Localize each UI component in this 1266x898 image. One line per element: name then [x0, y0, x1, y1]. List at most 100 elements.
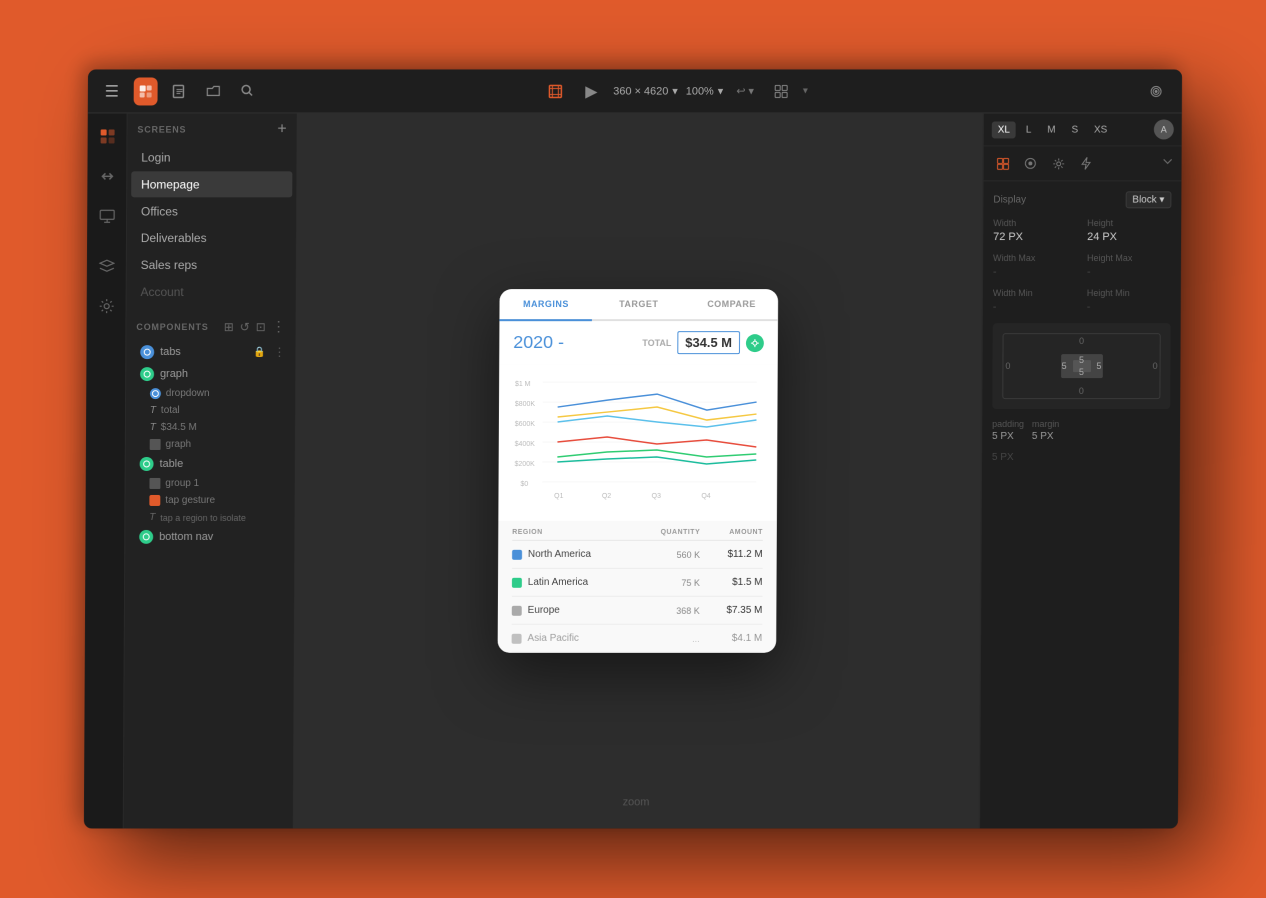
- dimensions-row: Width 72 PX Height 24 PX: [993, 218, 1171, 243]
- width-label: Width: [993, 218, 1077, 228]
- dot-asia: [512, 633, 522, 643]
- bp-xl[interactable]: XL: [992, 121, 1016, 138]
- comp-graph-label: graph: [160, 368, 188, 380]
- chart-container: $1 M $800K $600K $400K $200K $0: [498, 364, 777, 521]
- canvas-size-label: 360 × 4620: [613, 85, 668, 97]
- comp-total[interactable]: T total: [126, 402, 295, 419]
- data-table: REGION QUANTITY AMOUNT North America 560…: [498, 521, 777, 653]
- width-value[interactable]: 72 PX: [993, 231, 1077, 243]
- comp-more-icon[interactable]: ⋮: [272, 318, 286, 335]
- bp-xs[interactable]: XS: [1088, 121, 1113, 138]
- bp-l[interactable]: L: [1020, 121, 1038, 138]
- table-row-europe[interactable]: Europe 368 K $7.35 M: [512, 597, 763, 625]
- table-row-north-america[interactable]: North America 560 K $11.2 M: [512, 541, 763, 569]
- tab-target[interactable]: TARGET: [592, 289, 685, 319]
- screen-item-homepage[interactable]: Homepage: [131, 171, 292, 197]
- comp-graph[interactable]: graph: [126, 363, 295, 385]
- comp-tap-gesture[interactable]: tap gesture: [125, 492, 294, 509]
- undo-icon[interactable]: ↩ ▾: [731, 77, 759, 105]
- sidebar-monitor-icon[interactable]: [94, 203, 120, 229]
- lock-icon: 🔒: [253, 347, 265, 358]
- bp-m[interactable]: M: [1041, 121, 1061, 138]
- top-bar: ☰: [88, 70, 1182, 114]
- inner-top-val: 5: [1079, 355, 1084, 365]
- tab-margins[interactable]: MARGINS: [499, 289, 592, 321]
- svg-text:Q4: Q4: [701, 493, 710, 500]
- inner-right-val: 5: [1096, 361, 1101, 371]
- bp-s[interactable]: S: [1065, 121, 1084, 138]
- width-max-value: -: [993, 266, 1077, 278]
- region-latin-america: Latin America: [512, 577, 637, 588]
- total-value-box[interactable]: $34.5 M: [677, 331, 740, 354]
- canvas-size-chevron: ▾: [672, 85, 678, 98]
- screen-item-login[interactable]: Login: [131, 144, 292, 170]
- breakpoints-bar: XL L M S XS A: [984, 113, 1182, 146]
- grid-icon[interactable]: [767, 77, 795, 105]
- canvas-size-selector[interactable]: 360 × 4620 ▾: [613, 85, 678, 98]
- comp-tabs-more[interactable]: ⋮: [273, 345, 285, 359]
- comp-bottom-nav[interactable]: bottom nav: [125, 526, 294, 548]
- display-select[interactable]: Block ▾: [1125, 191, 1171, 208]
- spacing-outer[interactable]: 0 0 0 0 5 5 5 5: [1002, 333, 1160, 399]
- settings-wrench-icon[interactable]: [1142, 77, 1170, 105]
- comp-graph2[interactable]: graph: [126, 436, 295, 453]
- rp-layout-icon[interactable]: [992, 152, 1014, 174]
- min-dimensions-row: Width Min - Height Min -: [993, 288, 1171, 313]
- frame-icon[interactable]: [542, 77, 570, 105]
- qty-asia: ...: [637, 633, 700, 643]
- components-title: COMPONENTS: [136, 322, 208, 332]
- rp-style-icon[interactable]: [1019, 152, 1041, 174]
- canvas-zoom-label: zoom: [623, 797, 650, 809]
- th-quantity: QUANTITY: [637, 529, 700, 536]
- margin-value[interactable]: 5 PX: [1032, 431, 1059, 442]
- comp-expand-icon[interactable]: ⊡: [256, 320, 266, 334]
- spacing-inner-box: 5 5 5 5: [1061, 354, 1103, 378]
- sidebar-layers-icon[interactable]: [93, 253, 119, 279]
- comp-value-icon: T: [150, 422, 156, 433]
- rp-settings-icon[interactable]: [1047, 152, 1069, 174]
- comp-table[interactable]: table: [126, 453, 295, 475]
- padding-value[interactable]: 5 PX: [992, 431, 1024, 442]
- comp-total-icon: T: [150, 405, 156, 416]
- width-max-label: Width Max: [993, 253, 1077, 263]
- sidebar-gear-icon[interactable]: [93, 293, 119, 319]
- comp-group1[interactable]: group 1: [126, 475, 295, 492]
- screens-panel: SCREENS + Login Homepage Offices Deliver…: [124, 113, 297, 828]
- amount-europe: $7.35 M: [700, 605, 763, 616]
- screen-item-account[interactable]: Account: [131, 279, 292, 305]
- rp-bolt-icon[interactable]: [1075, 152, 1097, 174]
- sidebar-screens-icon[interactable]: [94, 123, 120, 149]
- comp-total-value[interactable]: T $34.5 M: [126, 419, 295, 436]
- rp-extra-icon[interactable]: [1162, 154, 1174, 172]
- comp-value-label: $34.5 M: [161, 422, 197, 433]
- comp-layout-icon[interactable]: ⊞: [224, 320, 234, 334]
- add-screen-button[interactable]: +: [277, 121, 286, 137]
- screen-item-salesreps[interactable]: Sales reps: [131, 252, 292, 278]
- tab-compare[interactable]: COMPARE: [685, 289, 778, 319]
- top-bar-center: ▶ 360 × 4620 ▾ 100% ▾ ↩ ▾ ▾: [271, 77, 1079, 105]
- comp-dropdown[interactable]: dropdown: [126, 385, 295, 402]
- settings-dot[interactable]: [746, 334, 764, 352]
- height-value[interactable]: 24 PX: [1087, 231, 1171, 243]
- play-icon[interactable]: ▶: [577, 77, 605, 105]
- comp-group1-icon: [149, 478, 160, 489]
- comp-refresh-icon[interactable]: ↺: [240, 320, 250, 334]
- hamburger-icon[interactable]: ☰: [100, 77, 124, 105]
- comp-tap-icon: [149, 495, 160, 506]
- spacing-left: 0: [1005, 361, 1010, 371]
- screen-item-deliverables[interactable]: Deliverables: [131, 225, 292, 251]
- folder-icon[interactable]: [201, 77, 225, 105]
- table-row-latin-america[interactable]: Latin America 75 K $1.5 M: [512, 569, 763, 597]
- display-prop: Display Block ▾: [993, 191, 1171, 208]
- file-icon[interactable]: [167, 77, 191, 105]
- svg-text:$1 M: $1 M: [515, 381, 531, 388]
- width-min-value: -: [993, 301, 1077, 313]
- screen-item-offices[interactable]: Offices: [131, 198, 292, 224]
- sidebar-arrows-icon[interactable]: [94, 163, 120, 189]
- table-row-asia[interactable]: Asia Pacific ... $4.1 M: [512, 625, 763, 653]
- zoom-selector[interactable]: 100% ▾: [686, 85, 724, 98]
- search-icon[interactable]: [235, 77, 259, 105]
- comp-group1-label: group 1: [165, 478, 199, 489]
- comp-tabs[interactable]: tabs 🔒 ⋮: [126, 341, 295, 363]
- comp-nav-icon: [139, 530, 153, 544]
